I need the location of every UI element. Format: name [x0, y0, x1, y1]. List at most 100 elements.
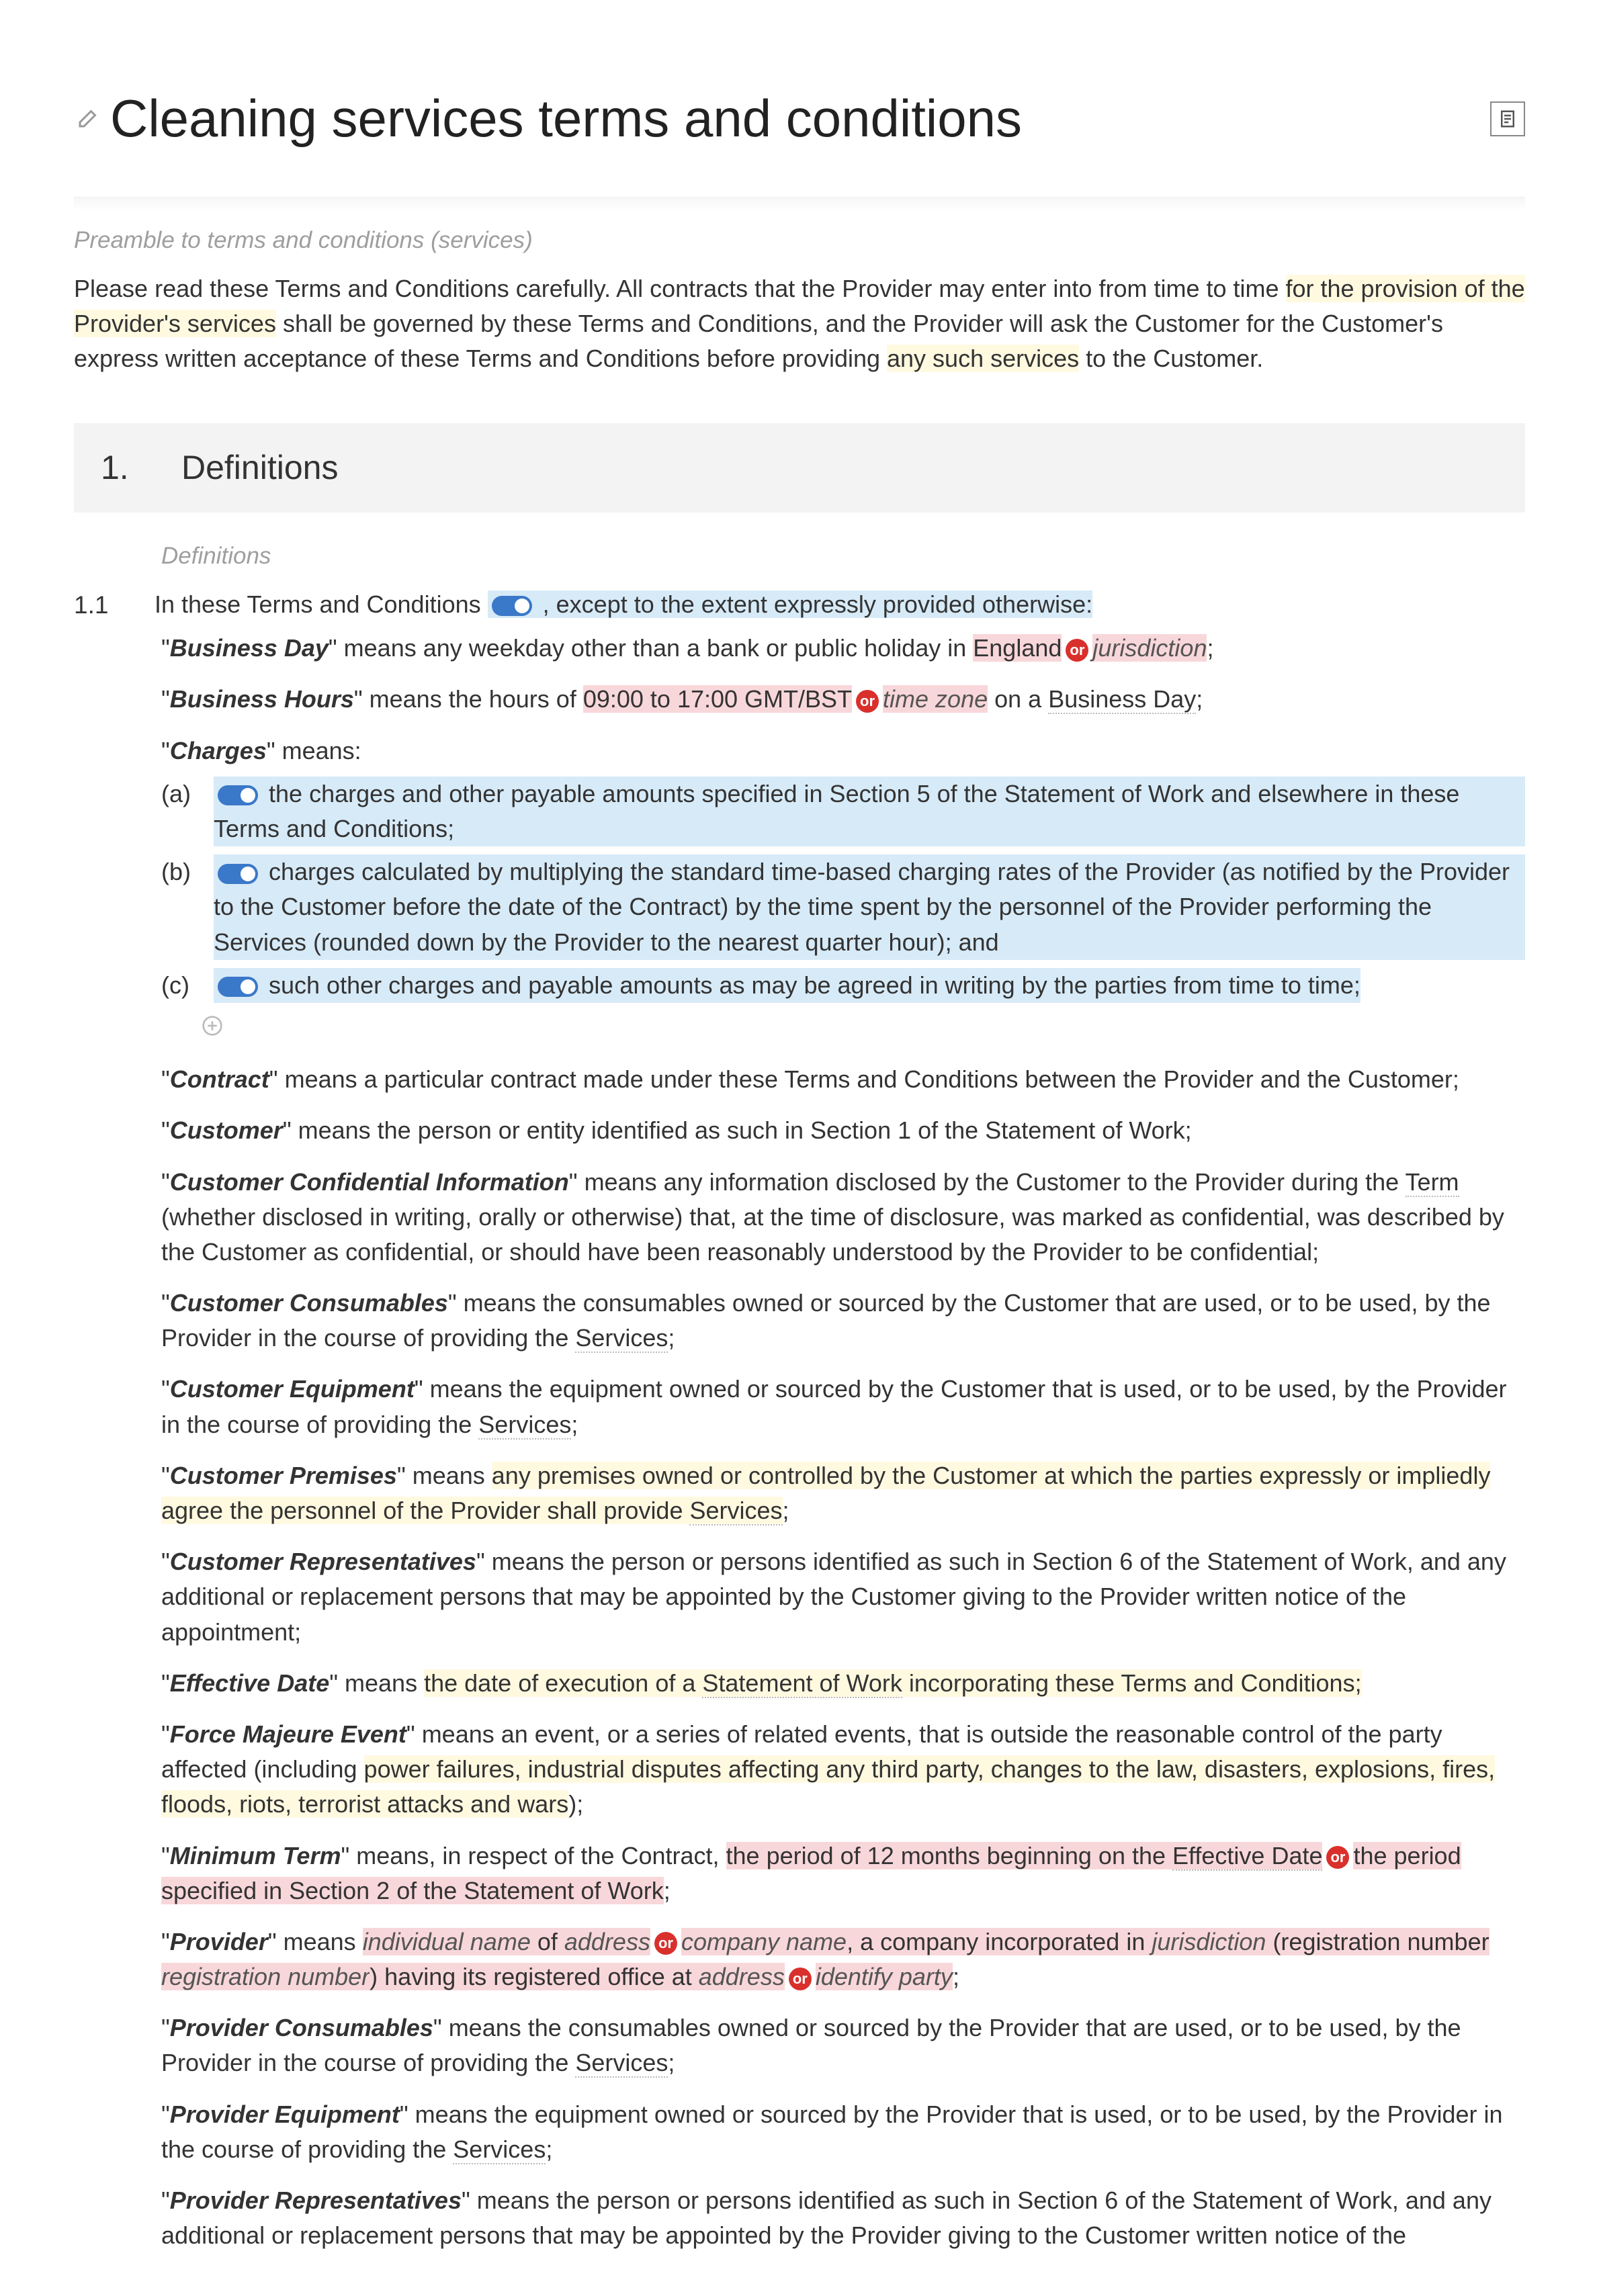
defined-term: Business Day — [170, 634, 329, 662]
text: " means, in respect of the Contract, — [341, 1842, 726, 1869]
def-customer-representatives: "Customer Representatives" means the per… — [74, 1544, 1525, 1650]
or-chip[interactable]: or — [654, 1932, 677, 1955]
defined-term: Business Hours — [170, 685, 354, 713]
text: " — [161, 1720, 170, 1748]
text: " — [161, 2101, 170, 2128]
or-chip[interactable]: or — [1066, 639, 1088, 662]
list-item: (a) the charges and other payable amount… — [161, 777, 1525, 846]
item-letter: (c) — [161, 968, 202, 1003]
text: " means — [397, 1462, 492, 1489]
title-wrap: Cleaning services terms and conditions — [74, 81, 1022, 157]
toggle-icon[interactable] — [218, 864, 258, 884]
highlighted-clause: any such services — [887, 345, 1079, 372]
text: ; — [668, 1324, 675, 1352]
clause-text: In these Terms and Conditions , except t… — [155, 587, 1092, 623]
def-customer-premises: "Customer Premises" means any premises o… — [74, 1458, 1525, 1528]
cross-reference[interactable]: Services — [478, 1411, 571, 1440]
text: to the Customer. — [1079, 345, 1263, 372]
document-outline-icon[interactable] — [1490, 101, 1525, 136]
text: ; — [571, 1411, 578, 1438]
toggle-icon[interactable] — [218, 785, 258, 805]
defined-term: Minimum Term — [170, 1842, 341, 1869]
placeholder-field[interactable]: jurisdiction — [1152, 1928, 1266, 1955]
text: " — [161, 2187, 170, 2214]
def-business-hours: "Business Hours" means the hours of 09:0… — [74, 682, 1525, 717]
add-item-button[interactable] — [161, 1011, 1525, 1046]
def-customer-equipment: "Customer Equipment" means the equipment… — [74, 1372, 1525, 1442]
cross-reference[interactable]: Business Day — [1048, 685, 1196, 714]
cross-reference[interactable]: Effective Date — [1172, 1842, 1322, 1871]
text: " — [161, 1462, 170, 1489]
cross-reference[interactable]: Services — [453, 2135, 546, 2164]
text: " — [161, 1375, 170, 1403]
defined-term: Contract — [170, 1065, 269, 1093]
placeholder-field[interactable]: address — [564, 1928, 650, 1955]
text: " means — [268, 1928, 363, 1955]
placeholder-field[interactable]: jurisdiction — [1092, 634, 1207, 662]
defined-term: Customer Equipment — [170, 1375, 415, 1403]
text: " means the hours of — [354, 685, 583, 713]
toggle-icon[interactable] — [492, 596, 532, 616]
def-customer-consumables: "Customer Consumables" means the consuma… — [74, 1286, 1525, 1356]
section-separator — [74, 197, 1525, 210]
placeholder-field[interactable]: company name — [681, 1928, 847, 1955]
text: (whether disclosed in writing, orally or… — [161, 1203, 1504, 1266]
or-chip[interactable]: or — [789, 1968, 812, 1990]
defined-term: Provider — [170, 1928, 268, 1955]
cross-reference[interactable]: Services — [575, 1324, 668, 1353]
defined-term: Customer — [170, 1116, 283, 1144]
document-header: Cleaning services terms and conditions — [74, 81, 1525, 157]
text: " means any weekday other than a bank or… — [329, 634, 973, 662]
def-customer-confidential-information: "Customer Confidential Information" mean… — [74, 1165, 1525, 1270]
text: " means a particular contract made under… — [269, 1065, 1459, 1093]
def-provider-equipment: "Provider Equipment" means the equipment… — [74, 2097, 1525, 2167]
section-heading-1: 1. Definitions — [74, 423, 1525, 513]
placeholder-field[interactable]: identify party — [816, 1963, 953, 1990]
placeholder-field[interactable]: registration number — [161, 1963, 370, 1990]
placeholder-field[interactable]: time zone — [883, 685, 988, 713]
text: " — [161, 1669, 170, 1697]
text: charges calculated by multiplying the st… — [214, 858, 1510, 955]
defined-term: Effective Date — [170, 1669, 329, 1697]
defined-term: Customer Consumables — [170, 1289, 448, 1317]
defined-term: Force Majeure Event — [170, 1720, 406, 1748]
text: " — [161, 737, 170, 764]
text: the date of execution of a — [424, 1669, 702, 1697]
cross-reference[interactable]: Statement of Work — [702, 1669, 902, 1698]
def-contract: "Contract" means a particular contract m… — [74, 1062, 1525, 1097]
list-item: (b) charges calculated by multiplying th… — [161, 854, 1525, 960]
text: ; — [664, 1877, 671, 1904]
def-minimum-term: "Minimum Term" means, in respect of the … — [74, 1839, 1525, 1908]
cross-reference[interactable]: Term — [1406, 1168, 1459, 1197]
text: , except to the extent expressly provide… — [543, 590, 1092, 618]
placeholder-field[interactable]: address — [699, 1963, 785, 1990]
cross-reference[interactable]: Services — [689, 1497, 782, 1526]
text: ; — [783, 1497, 789, 1524]
defined-term: Provider Equipment — [170, 2101, 400, 2128]
section-sublabel: Definitions — [161, 539, 1525, 574]
preamble-label: Preamble to terms and conditions (servic… — [74, 224, 1525, 258]
item-letter: (a) — [161, 777, 202, 846]
def-provider-representatives: "Provider Representatives" means the per… — [74, 2183, 1525, 2253]
text: " — [161, 1842, 170, 1869]
text: " — [161, 1065, 170, 1093]
text: (registration number — [1266, 1928, 1489, 1955]
defined-term: Provider Consumables — [170, 2014, 433, 2041]
clause-1-1: 1.1 In these Terms and Conditions , exce… — [74, 587, 1525, 623]
item-letter: (b) — [161, 854, 202, 960]
placeholder-field[interactable]: individual name — [363, 1928, 531, 1955]
or-chip[interactable]: or — [1326, 1846, 1349, 1869]
edit-icon[interactable] — [74, 107, 98, 131]
or-chip[interactable]: or — [856, 690, 879, 713]
optional-clause: , except to the extent expressly provide… — [488, 590, 1092, 618]
toggle-icon[interactable] — [218, 977, 258, 997]
variant-option: the period of 12 months beginning on the… — [726, 1842, 1323, 1869]
def-customer: "Customer" means the person or entity id… — [74, 1113, 1525, 1148]
text: ); — [568, 1790, 583, 1818]
text: " means — [329, 1669, 424, 1697]
cross-reference[interactable]: Services — [575, 2049, 668, 2078]
defined-term: Charges — [170, 737, 267, 764]
optional-clause: charges calculated by multiplying the st… — [214, 854, 1525, 960]
section-sublabel-wrap: Definitions — [74, 539, 1525, 574]
def-provider-consumables: "Provider Consumables" means the consuma… — [74, 2011, 1525, 2080]
